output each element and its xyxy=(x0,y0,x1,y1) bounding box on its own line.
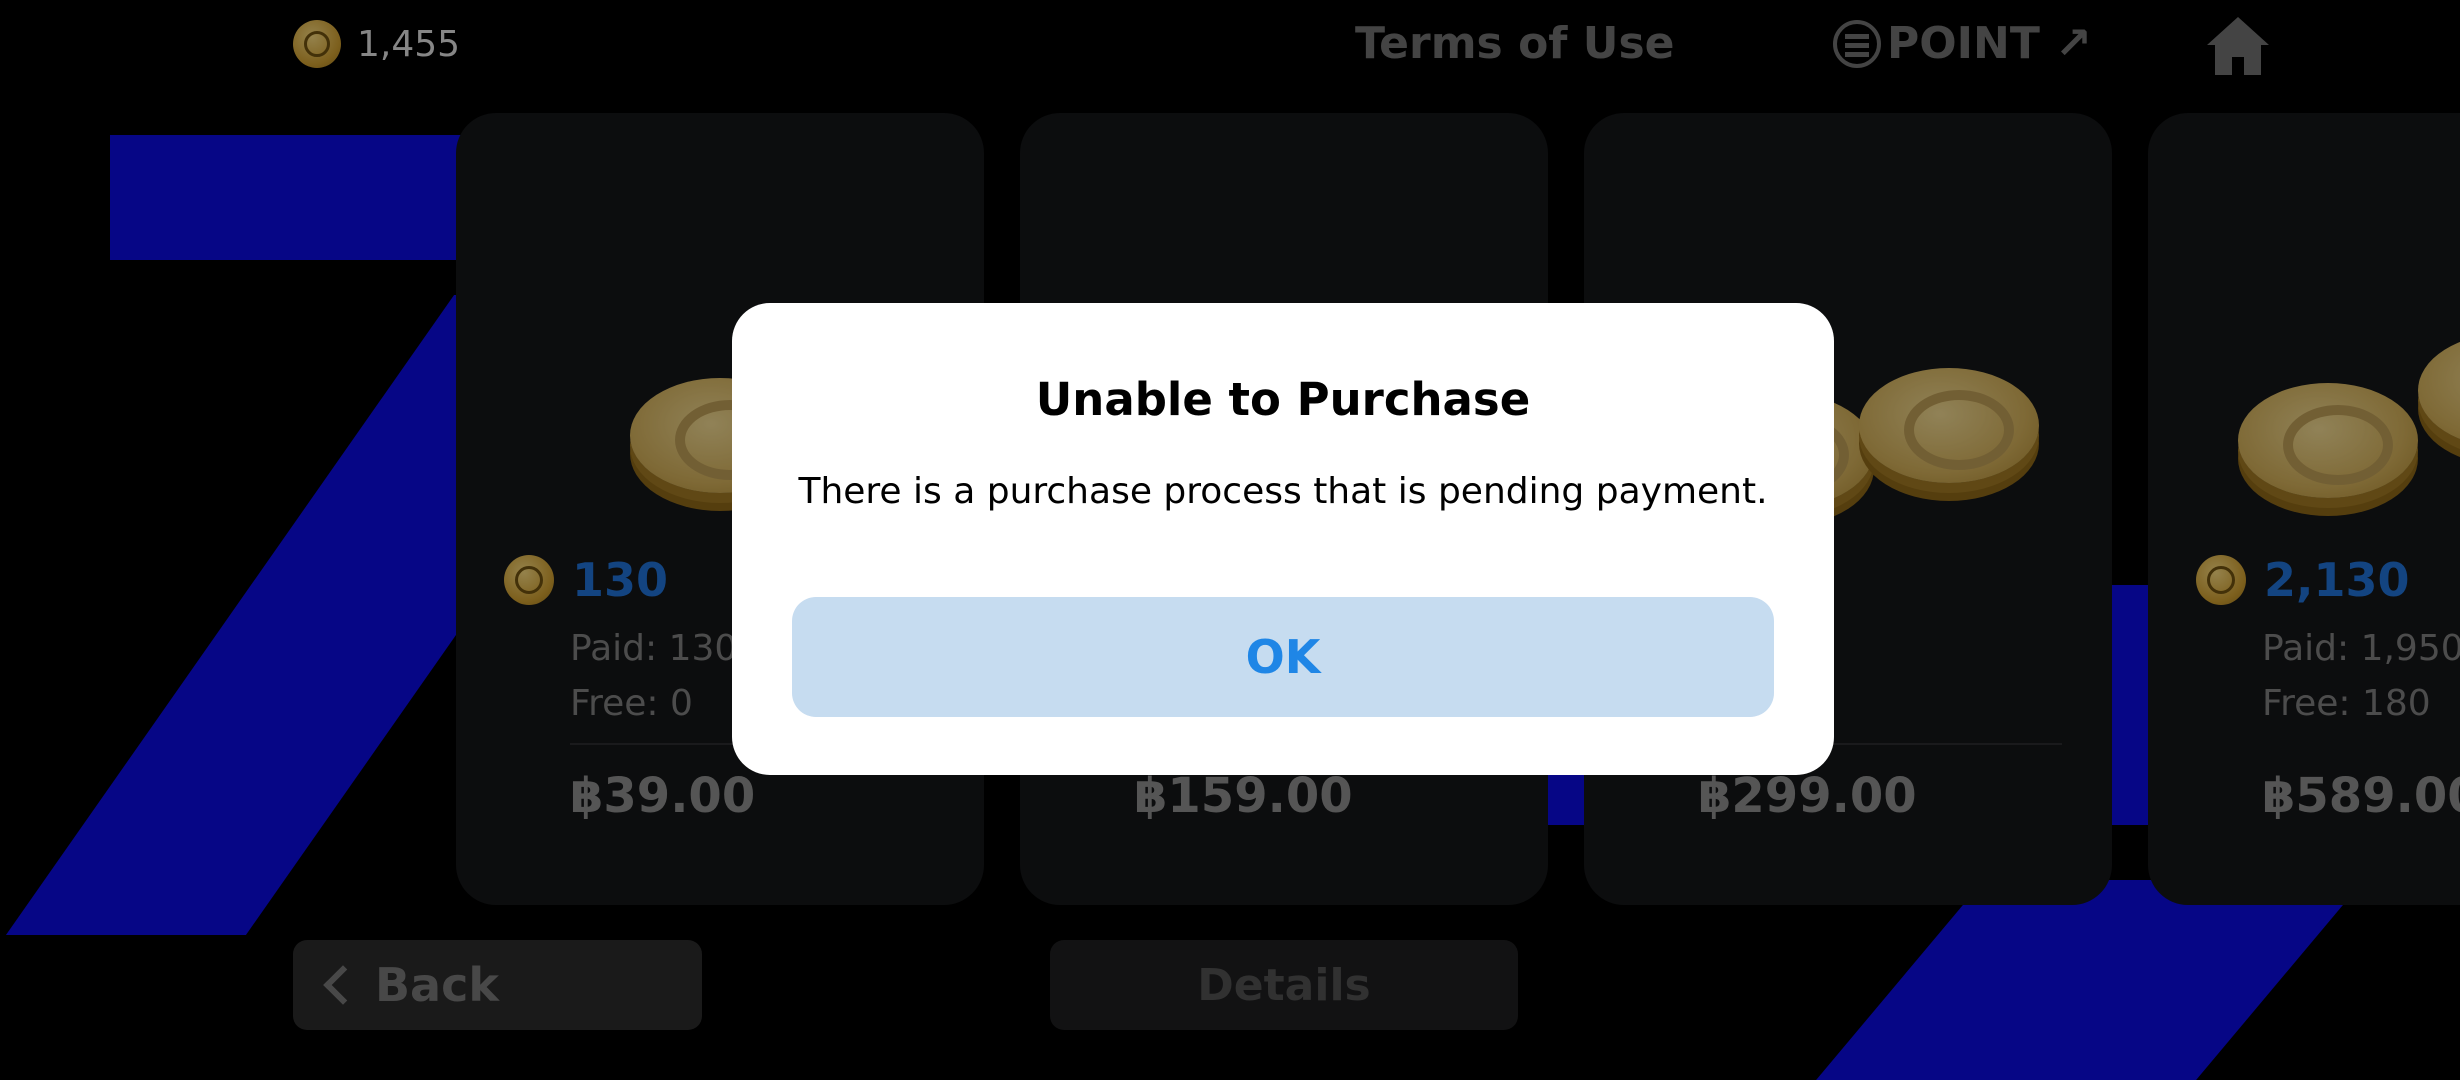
dialog-title: Unable to Purchase xyxy=(1035,373,1531,426)
dialog-message: There is a purchase process that is pend… xyxy=(798,471,1768,512)
error-dialog: Unable to Purchase There is a purchase p… xyxy=(732,303,1834,775)
ok-button[interactable]: OK xyxy=(792,597,1774,717)
